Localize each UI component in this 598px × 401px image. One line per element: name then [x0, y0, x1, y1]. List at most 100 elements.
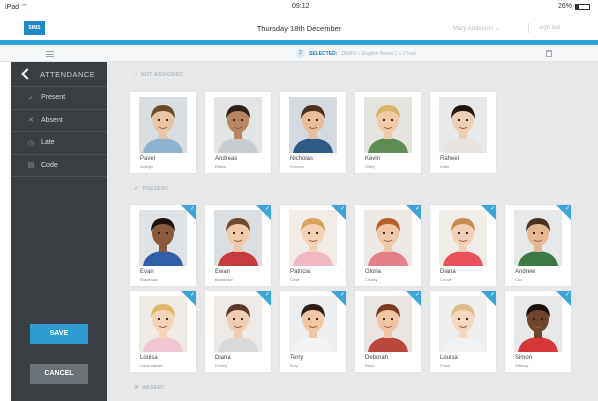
student-photo: [289, 210, 337, 266]
present-grid-row-1: Evan Bradshaw ✓ Ewan Bradshaw ✓ Patricia Clear ✓…: [130, 205, 571, 286]
status-bar: iPad ⌔ 09:12 26%: [0, 0, 598, 14]
student-last-name: Clear: [290, 277, 300, 282]
student-last-name: Gilfoy: [365, 164, 376, 169]
sign-out-link[interactable]: sign out: [539, 25, 560, 31]
student-card[interactable]: Patricia Clear ✓: [280, 205, 346, 286]
student-photo-frame: [214, 210, 262, 266]
sidebar-item-label: Late: [41, 139, 55, 147]
student-card[interactable]: Diana Dewey ✓: [205, 291, 271, 372]
sidebar-header[interactable]: ATTENDANCE: [11, 62, 107, 86]
student-photo-frame: [139, 97, 187, 153]
sidebar-title: ATTENDANCE: [40, 69, 96, 79]
cancel-button[interactable]: CANCEL: [30, 364, 88, 384]
student-first-name: Terry: [290, 355, 304, 361]
battery-status: 26%: [558, 3, 590, 10]
student-photo-frame: [439, 210, 487, 266]
student-card[interactable]: Pavel Andrijič: [130, 92, 196, 173]
student-last-name: Evry: [290, 363, 298, 368]
student-last-name: Crowe: [440, 277, 452, 282]
student-photo: [214, 210, 262, 266]
student-card[interactable]: Andreas Eltiton: [205, 92, 271, 173]
student-photo: [139, 97, 187, 153]
student-first-name: Nicholas: [290, 156, 314, 162]
student-last-name: Cox: [515, 277, 523, 282]
user-menu[interactable]: Mary Anderson ⌄: [453, 25, 500, 32]
student-first-name: Deborah: [365, 355, 389, 361]
sidebar-item-code[interactable]: ▤ Code: [11, 155, 107, 177]
student-card[interactable]: Deborah Read ✓: [355, 291, 421, 372]
student-photo-frame: [139, 296, 187, 352]
student-card[interactable]: Ewan Bradshaw ✓: [205, 205, 271, 286]
student-last-name: Bradshaw: [215, 277, 233, 282]
student-last-name: Stibeay: [515, 363, 529, 368]
student-card[interactable]: Terry Evry ✓: [280, 291, 346, 372]
save-button[interactable]: SAVE: [30, 324, 88, 344]
trash-icon[interactable]: [546, 50, 552, 57]
student-last-name: Kabir: [440, 164, 450, 169]
code-icon: ▤: [27, 162, 35, 170]
student-photo-frame: [364, 296, 412, 352]
header-date: Thursday 18th December: [256, 24, 342, 33]
student-first-name: Louisa: [140, 355, 158, 361]
student-first-name: Andrew: [515, 269, 536, 275]
app-header: SIMS Thursday 18th December Mary Anderso…: [0, 14, 598, 40]
sidebar-item-label: Present: [41, 94, 66, 102]
section-absent: ✕ ABSENT: [134, 384, 165, 392]
not-assigned-grid: Pavel Andrijič Andreas Eltiton Nicholas Evert…: [130, 92, 496, 173]
selected-count-badge: 2: [296, 49, 305, 58]
student-photo-frame: [139, 210, 187, 266]
student-card[interactable]: Kevin Gilfoy: [355, 92, 421, 173]
battery-icon: [575, 3, 590, 10]
student-card[interactable]: Evan Bradshaw ✓: [130, 205, 196, 286]
breadcrumb: 2 SELECTED: DEMO » English Room 1 » 2Tra…: [296, 49, 416, 58]
student-photo: [514, 296, 562, 352]
section-label: NOT ASSIGNED: [140, 72, 184, 78]
student-first-name: Diana: [440, 269, 456, 275]
breadcrumb-path: DEMO » English Room 1 » 2Trad: [341, 50, 416, 57]
student-card[interactable]: Raheel Kabir: [430, 92, 496, 173]
student-last-name: Frank: [440, 363, 451, 368]
section-label: PRESENT: [142, 185, 169, 192]
student-photo-frame: [514, 210, 562, 266]
sidebar-item-present[interactable]: ✓ Present: [11, 87, 107, 110]
cross-icon: ✕: [28, 117, 34, 125]
student-photo: [439, 97, 487, 153]
student-photo: [139, 296, 187, 352]
student-photo-frame: [439, 296, 487, 352]
student-photo-frame: [289, 210, 337, 266]
student-card[interactable]: Andrew Cox ✓: [505, 205, 571, 286]
attendance-options: ✓ Present ✕ Absent ◷ Late ▤ Code: [11, 86, 107, 177]
back-chevron-icon[interactable]: [21, 68, 33, 80]
student-photo: [289, 97, 337, 153]
check-icon: ✓: [28, 94, 34, 102]
student-photo: [439, 296, 487, 352]
student-first-name: Diana: [215, 355, 231, 361]
student-photo-frame: [289, 97, 337, 153]
student-photo: [364, 97, 412, 153]
student-photo-frame: [364, 210, 412, 266]
student-photo-frame: [514, 296, 562, 352]
clock-icon: ◷: [27, 139, 35, 147]
student-first-name: Gloria: [365, 269, 382, 275]
student-last-name: Bradshaw: [140, 277, 158, 282]
menu-icon[interactable]: [46, 51, 54, 57]
student-card[interactable]: Diana Crowe ✓: [430, 205, 496, 286]
status-time: 09:12: [292, 3, 310, 10]
selection-toolbar: 2 SELECTED: DEMO » English Room 1 » 2Tra…: [0, 45, 598, 62]
student-first-name: Andreas: [215, 156, 238, 162]
student-last-name: Cavendishes: [140, 363, 164, 368]
student-photo: [289, 296, 337, 352]
student-card[interactable]: Simon Stibeay ✓: [505, 291, 571, 372]
student-card[interactable]: Louisa Frank ✓: [430, 291, 496, 372]
student-photo: [439, 210, 487, 266]
student-last-name: Andrijič: [140, 164, 154, 169]
header-divider: [528, 23, 529, 33]
sidebar-item-absent[interactable]: ✕ Absent: [11, 110, 107, 132]
student-card[interactable]: Gloria Clearly ✓: [355, 205, 421, 286]
student-card[interactable]: Louisa Cavendishes ✓: [130, 291, 196, 372]
student-last-name: Eltiton: [215, 164, 227, 169]
sidebar-item-late[interactable]: ◷ Late: [11, 132, 107, 155]
pin-icon: ◌: [134, 72, 138, 78]
student-card[interactable]: Nicholas Everton: [280, 92, 346, 173]
sidebar-item-label: Absent: [41, 116, 63, 124]
